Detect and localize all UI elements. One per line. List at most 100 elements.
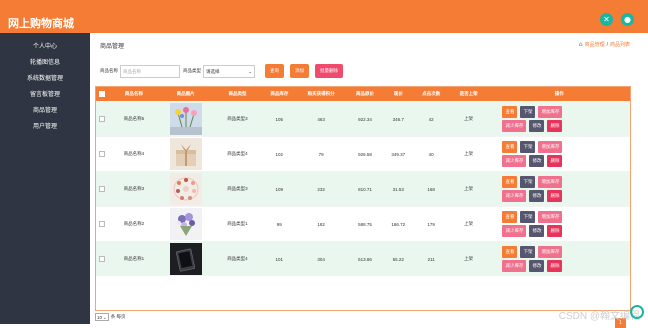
decrease-stock-button[interactable]: 减少库存 xyxy=(502,155,527,167)
increase-stock-button[interactable]: 增加库存 xyxy=(538,106,563,118)
product-type: 商品类型4 xyxy=(227,256,248,261)
decrease-stock-button[interactable]: 减少库存 xyxy=(502,225,527,237)
main-panel: 商品管理 ⌂ 商品管理 / 商品列表 商品名称 商品名称 商品类型 请选择 ⌄ … xyxy=(90,33,648,328)
app-title: 网上购物商城 xyxy=(8,18,74,30)
sidebar-item-personal-center[interactable]: 个人中心 xyxy=(0,39,90,55)
close-icon[interactable]: ✕ xyxy=(600,13,613,26)
product-price: 926.58 xyxy=(358,151,372,157)
product-clicks: 42 xyxy=(428,116,434,122)
breadcrumb: ⌂ 商品管理 / 商品列表 xyxy=(579,41,630,48)
delete-button[interactable]: 删除 xyxy=(547,260,563,272)
select-all-checkbox[interactable] xyxy=(98,90,105,97)
edit-button[interactable]: 修改 xyxy=(529,155,545,167)
sidebar-item-system-data[interactable]: 系统数据管理 xyxy=(0,71,90,87)
page-size-select[interactable]: 10 ⌄ xyxy=(95,313,109,321)
row-checkbox[interactable] xyxy=(98,220,105,227)
unlist-button[interactable]: 下架 xyxy=(520,211,536,223)
pagination: 10 ⌄ 条 每页 xyxy=(95,313,126,321)
product-type: 商品类型3 xyxy=(227,116,248,121)
product-price: 588.75 xyxy=(358,221,372,227)
increase-stock-button[interactable]: 增加库存 xyxy=(538,141,563,153)
edit-button[interactable]: 修改 xyxy=(529,225,545,237)
product-stock: 99 xyxy=(276,221,282,227)
column-header: 是否上架 xyxy=(459,91,478,96)
product-points: 79 xyxy=(318,151,324,157)
product-clicks: 40 xyxy=(428,151,434,157)
row-checkbox[interactable] xyxy=(98,115,105,122)
unlist-button[interactable]: 下架 xyxy=(520,106,536,118)
product-status: 上架 xyxy=(464,151,474,156)
decrease-stock-button[interactable]: 减少库存 xyxy=(502,190,527,202)
delete-button[interactable]: 删除 xyxy=(547,225,563,237)
row-checkbox[interactable] xyxy=(98,185,105,192)
delete-button[interactable]: 删除 xyxy=(547,190,563,202)
product-clicks: 168 xyxy=(427,186,435,192)
product-status: 上架 xyxy=(464,221,474,226)
column-header: 现价 xyxy=(393,91,403,96)
sidebar: 个人中心 轮播图信息 系统数据管理 留言板管理 商品管理 用户管理 xyxy=(0,33,90,324)
chevron-down-icon: ⌄ xyxy=(248,68,252,74)
increase-stock-button[interactable]: 增加库存 xyxy=(538,246,563,258)
decrease-stock-button[interactable]: 减少库存 xyxy=(502,120,527,132)
product-stock: 109 xyxy=(275,186,284,192)
edit-button[interactable]: 修改 xyxy=(529,190,545,202)
table-row: 商品名称5 商品类型3 105 463 922.34 346.7 42 上架 查… xyxy=(96,101,630,136)
product-stock: 105 xyxy=(275,116,284,122)
sidebar-item-carousel[interactable]: 轮播图信息 xyxy=(0,55,90,71)
column-header: 商品原价 xyxy=(356,91,374,96)
name-input[interactable]: 商品名称 xyxy=(120,64,180,78)
view-button[interactable]: 查看 xyxy=(502,141,518,153)
product-points: 304 xyxy=(317,256,325,262)
chevron-down-icon: ⌄ xyxy=(103,315,107,320)
column-header: 购买获得积分 xyxy=(307,91,335,96)
column-header: 商品图片 xyxy=(176,91,195,96)
increase-stock-button[interactable]: 增加库存 xyxy=(538,176,563,188)
delete-button[interactable]: 删除 xyxy=(547,155,563,167)
add-button[interactable]: 添加 xyxy=(290,64,309,78)
view-button[interactable]: 查看 xyxy=(502,246,518,258)
product-image-flowers xyxy=(169,103,202,135)
view-button[interactable]: 查看 xyxy=(502,106,518,118)
row-checkbox[interactable] xyxy=(98,255,105,262)
table-row: 商品名称3 商品类型3 109 232 810.71 31.53 168 上架 … xyxy=(96,171,630,206)
name-label: 商品名称 xyxy=(100,68,118,73)
product-status: 上架 xyxy=(464,256,474,261)
type-select[interactable]: 请选择 ⌄ xyxy=(203,64,255,78)
unlist-button[interactable]: 下架 xyxy=(520,246,536,258)
product-price: 810.71 xyxy=(358,186,372,192)
view-button[interactable]: 查看 xyxy=(502,211,518,223)
breadcrumb-separator: / xyxy=(606,41,608,48)
column-header: 点击次数 xyxy=(422,91,441,96)
row-checkbox[interactable] xyxy=(98,150,105,157)
sidebar-item-messages[interactable]: 留言板管理 xyxy=(0,87,90,103)
product-clicks: 179 xyxy=(427,221,435,227)
edit-button[interactable]: 修改 xyxy=(529,120,545,132)
home-icon[interactable]: ⌂ xyxy=(579,41,583,48)
user-icon[interactable]: ● xyxy=(621,13,634,26)
watermark: CSDN @翰文编程 xyxy=(558,311,640,322)
logo-icon xyxy=(630,305,644,319)
unlist-button[interactable]: 下架 xyxy=(520,176,536,188)
breadcrumb-item[interactable]: 商品列表 xyxy=(610,41,630,48)
search-button[interactable]: 查询 xyxy=(265,64,284,78)
view-button[interactable]: 查看 xyxy=(502,176,518,188)
product-image-tablet xyxy=(169,243,202,275)
decrease-stock-button[interactable]: 减少库存 xyxy=(502,260,527,272)
product-name: 商品名称1 xyxy=(123,256,145,261)
table-row: 商品名称1 商品类型4 101 304 513.86 55.22 211 上架 … xyxy=(96,241,630,276)
product-price: 922.34 xyxy=(358,116,372,122)
delete-button[interactable]: 删除 xyxy=(547,120,563,132)
increase-stock-button[interactable]: 增加库存 xyxy=(538,211,563,223)
sidebar-item-users[interactable]: 用户管理 xyxy=(0,119,90,135)
breadcrumb-item[interactable]: 商品管理 xyxy=(585,41,605,48)
product-image-bouquet xyxy=(169,208,202,240)
sidebar-item-products[interactable]: 商品管理 xyxy=(0,103,90,119)
product-points: 182 xyxy=(317,221,325,227)
table-row: 商品名称4 商品类型4 102 79 926.58 349.37 40 上架 查… xyxy=(96,136,630,171)
product-type: 商品类型3 xyxy=(227,186,248,191)
edit-button[interactable]: 修改 xyxy=(529,260,545,272)
top-bar: 网上购物商城 ✕ ● xyxy=(0,0,648,33)
unlist-button[interactable]: 下架 xyxy=(520,141,536,153)
batch-delete-button[interactable]: 批量删除 xyxy=(315,64,343,78)
product-name: 商品名称2 xyxy=(123,221,145,226)
